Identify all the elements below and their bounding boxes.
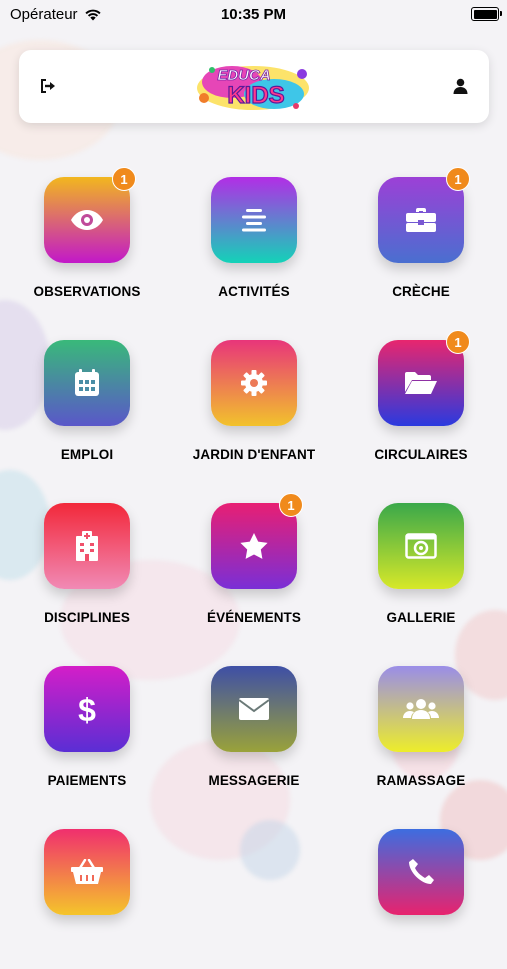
tile-icon-box <box>378 829 464 915</box>
logout-icon <box>41 79 55 93</box>
menu-grid: 1 OBSERVATIONS ACTIVITÉS 1 CRÈCHE EMPLOI… <box>0 0 507 915</box>
logout-button[interactable] <box>38 76 58 96</box>
tile-label: JARDIN D'ENFANT <box>192 447 316 462</box>
eye-icon <box>71 210 103 230</box>
tile-label: RAMASSAGE <box>376 773 466 788</box>
tile-icon-box <box>378 503 464 589</box>
logo-text-bottom: KIDS <box>227 82 284 109</box>
tile-icon-box <box>44 340 130 426</box>
tile-paiements[interactable]: $ PAIEMENTS <box>7 666 167 806</box>
tile-icon-box <box>378 340 464 426</box>
tile-creche[interactable]: 1 CRÈCHE <box>341 167 501 317</box>
tile-icon-box: $ <box>44 666 130 752</box>
tile-icon-box <box>211 340 297 426</box>
tile-evenements[interactable]: 1 ÉVÉNEMENTS <box>174 493 334 643</box>
tile-label: EMPLOI <box>60 447 114 462</box>
tile-label: PAIEMENTS <box>47 773 127 788</box>
briefcase-icon <box>406 208 436 232</box>
tile-disciplines[interactable]: DISCIPLINES <box>7 503 167 643</box>
calendar-icon <box>75 369 99 396</box>
svg-text:$: $ <box>78 693 96 725</box>
tile-circulaires[interactable]: 1 CIRCULAIRES <box>341 330 501 480</box>
users-icon <box>403 699 439 719</box>
notification-badge: 1 <box>446 330 470 354</box>
tile-label: OBSERVATIONS <box>33 284 141 299</box>
user-icon <box>453 78 467 94</box>
envelope-icon <box>238 698 270 720</box>
tile-boutique[interactable] <box>7 829 167 969</box>
tile-emploi[interactable]: EMPLOI <box>7 340 167 480</box>
tile-label: DISCIPLINES <box>44 610 130 625</box>
tile-messagerie[interactable]: MESSAGERIE <box>174 666 334 806</box>
photo-frame-icon <box>405 533 437 559</box>
tile-icon-box <box>44 177 130 263</box>
tile-icon-box <box>44 829 130 915</box>
tile-gallerie[interactable]: GALLERIE <box>341 503 501 643</box>
tile-label: GALLERIE <box>386 610 456 625</box>
notification-badge: 1 <box>279 493 303 517</box>
top-header: EDUCA KIDS <box>19 50 489 123</box>
profile-button[interactable] <box>450 76 470 96</box>
tile-icon-box <box>378 177 464 263</box>
gear-icon <box>241 370 267 396</box>
notification-badge: 1 <box>446 167 470 191</box>
tile-observations[interactable]: 1 OBSERVATIONS <box>7 167 167 317</box>
tile-contact[interactable] <box>341 829 501 969</box>
shopping-basket-icon <box>71 859 103 884</box>
tile-label: CRÈCHE <box>392 284 450 299</box>
tile-jardin-denfant[interactable]: JARDIN D'ENFANT <box>174 340 334 480</box>
tile-icon-box <box>378 666 464 752</box>
tile-icon-box <box>211 666 297 752</box>
tile-label: CIRCULAIRES <box>374 447 468 462</box>
tile-label: ACTIVITÉS <box>218 284 290 299</box>
tile-icon-box <box>211 503 297 589</box>
status-bar: Opérateur 10:35 PM <box>0 0 507 28</box>
align-center-icon <box>242 209 266 232</box>
tile-icon-box <box>44 503 130 589</box>
folder-open-icon <box>405 372 437 394</box>
tile-icon-box <box>211 177 297 263</box>
tile-activites[interactable]: ACTIVITÉS <box>174 177 334 317</box>
hospital-building-icon <box>76 531 98 561</box>
dollar-icon: $ <box>78 693 96 725</box>
notification-badge: 1 <box>112 167 136 191</box>
battery-icon <box>471 7 502 21</box>
app-logo: EDUCA KIDS <box>192 56 314 116</box>
phone-icon <box>409 859 434 884</box>
tile-label: MESSAGERIE <box>208 773 300 788</box>
carrier-name: Opérateur <box>10 5 78 23</box>
wifi-icon <box>84 8 102 21</box>
tile-label: ÉVÉNEMENTS <box>206 610 302 625</box>
star-icon <box>240 533 268 559</box>
tile-ramassage[interactable]: RAMASSAGE <box>341 666 501 806</box>
